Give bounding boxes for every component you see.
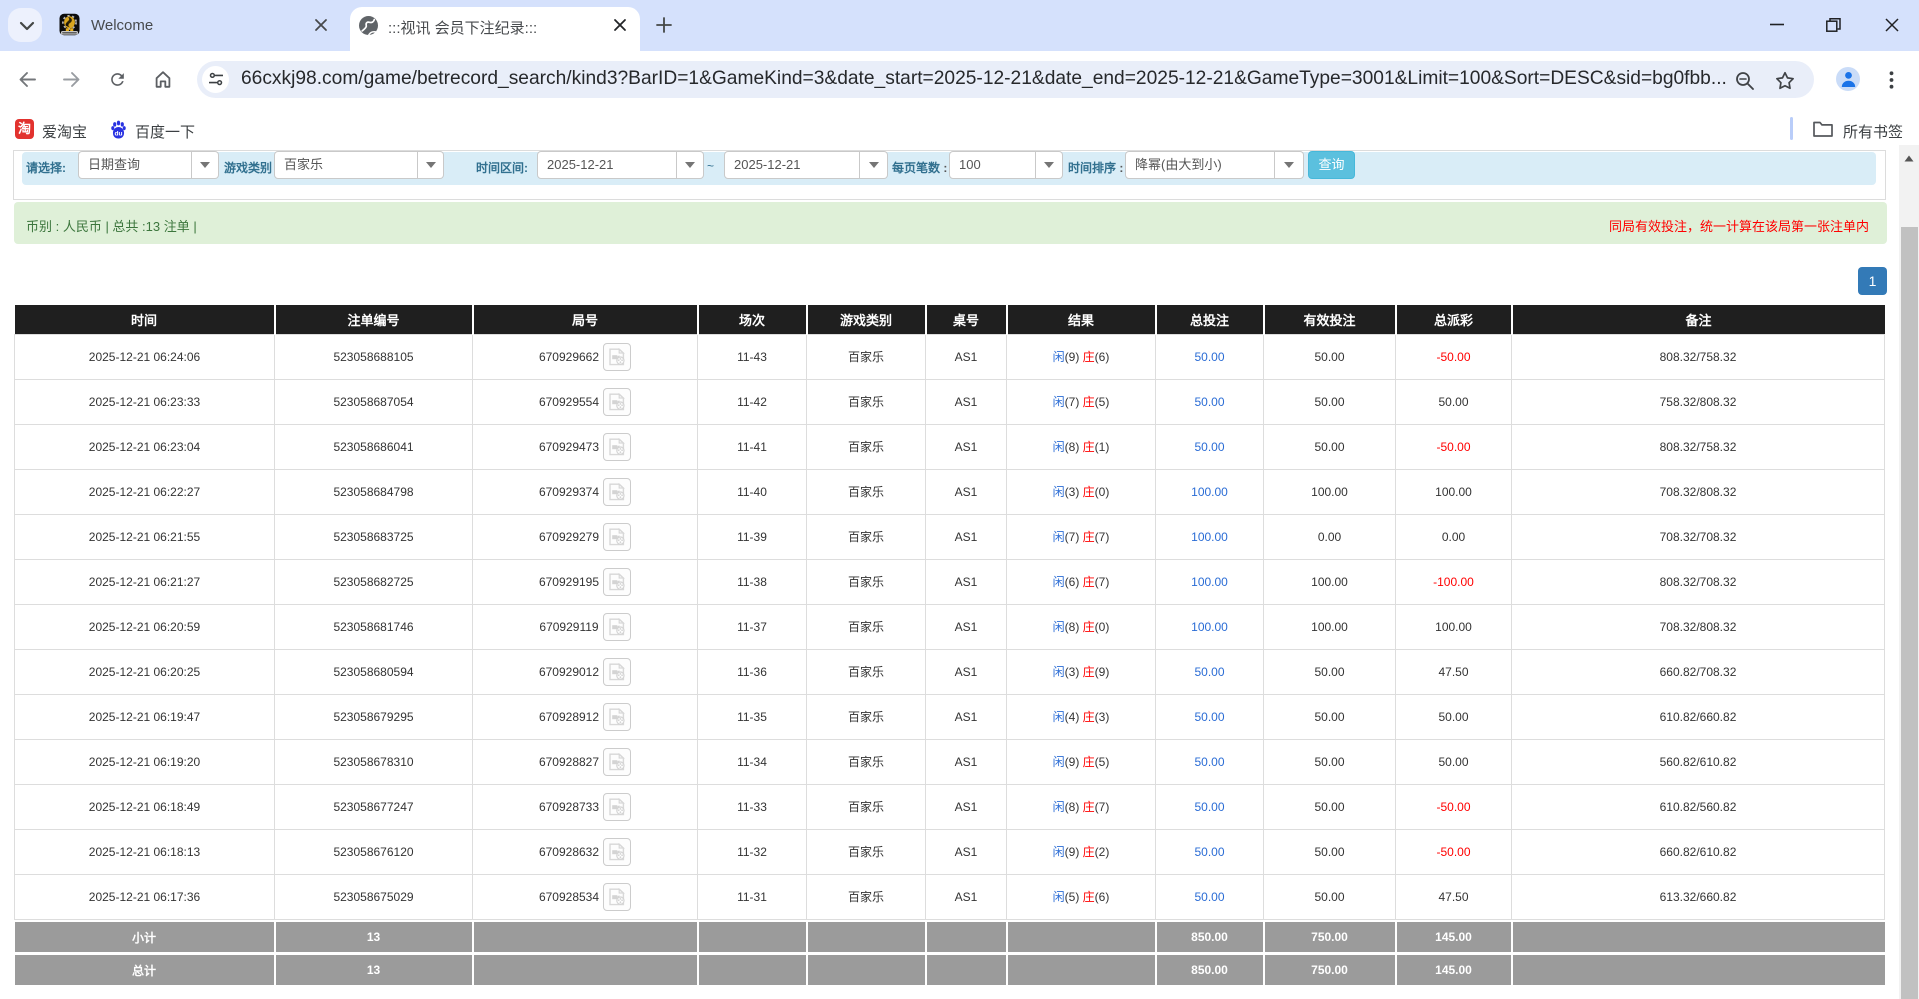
svg-text:du: du [114,130,122,137]
